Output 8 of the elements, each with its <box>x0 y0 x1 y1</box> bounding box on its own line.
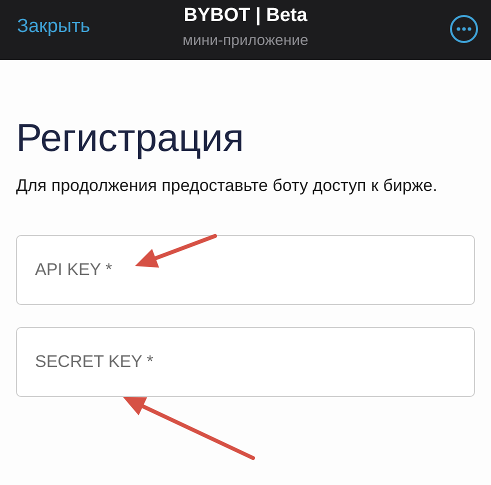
description-text: Для продолжения предоставьте боту доступ к бирже. <box>16 175 438 197</box>
more-button[interactable] <box>449 14 479 44</box>
app-title: BYBOT | Beta <box>184 4 308 28</box>
input-field[interactable]: API KEY * <box>16 235 475 305</box>
app-subtitle: мини-приложение <box>182 31 308 50</box>
page-heading: Регистрация <box>16 116 244 162</box>
close-button[interactable]: Закрыть <box>17 13 90 42</box>
input-field[interactable]: SECRET KEY * <box>16 327 475 397</box>
